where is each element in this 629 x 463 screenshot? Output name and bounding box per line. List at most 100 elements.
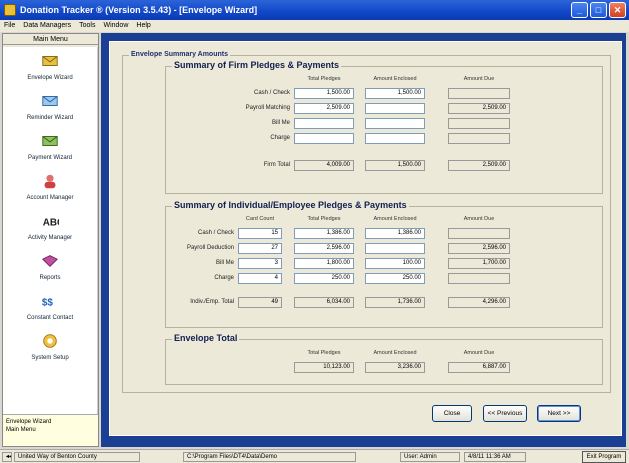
firm-payroll-due-field: 2,509.00 [448,103,510,114]
menu-tools[interactable]: Tools [79,20,95,32]
sidebar-item-label: Envelope Wizard [27,75,73,81]
status-bar: ◂◂ United Way of Benton County C:\Progra… [0,449,629,463]
next-button[interactable]: Next >> [537,405,581,422]
indiv-col-enclosed: Amount Enclosed [373,216,417,222]
previous-button[interactable]: << Previous [483,405,527,422]
firm-total-label: Firm Total [263,162,290,168]
indiv-total-pledges: 6,034.00 [294,297,354,308]
firm-total-pledges: 4,009.00 [294,160,354,171]
sidebar-header: Main Menu [3,34,98,45]
indiv-billme-count-field[interactable]: 3 [238,258,282,269]
status-data-path: C:\Program Files\DT4\Data\Demo [183,452,356,462]
maximize-icon[interactable]: □ [590,2,607,18]
indiv-cash-total-field[interactable]: 1,386.00 [294,228,354,239]
firm-col-due: Amount Due [463,76,495,82]
sidebar-item-label: Payment Wizard [27,155,72,161]
indiv-cash-enclosed-field[interactable]: 1,386.00 [365,228,425,239]
sidebar-list: Envelope Wizard Reminder Wizard Payment … [3,47,98,417]
firm-row-label: Cash / Check [253,90,290,96]
indiv-total-count: 49 [238,297,282,308]
sidebar-item-constant-contact[interactable]: $$ Constant Contact [3,287,97,327]
indiv-total-due: 4,296.00 [448,297,510,308]
firm-payroll-total-field[interactable]: 2,509.00 [294,103,354,114]
reports-icon [42,255,58,268]
sidebar-item-account-manager[interactable]: Account Manager [3,167,97,207]
status-datetime: 4/8/11 11:36 AM [464,452,526,462]
envelope-icon [42,56,58,66]
indiv-cash-count-field[interactable]: 15 [238,228,282,239]
firm-col-total: Total Pledges [307,76,341,82]
firm-billme-total-field[interactable] [294,118,354,129]
firm-cash-total-field[interactable]: 1,500.00 [294,88,354,99]
indiv-charge-total-field[interactable]: 250.00 [294,273,354,284]
account-icon [44,174,56,189]
menu-file[interactable]: File [4,20,15,32]
indiv-total-label: Indiv./Emp. Total [190,299,234,305]
exit-program-button[interactable]: Exit Program [582,451,626,463]
indiv-row-label: Charge [214,275,234,281]
envelope-summary-group: Envelope Summary Amounts Summary of Firm… [122,51,611,393]
firm-col-enclosed: Amount Enclosed [373,76,417,82]
sidebar-item-envelope-wizard[interactable]: Envelope Wizard [3,47,97,87]
firm-row-label: Payroll Matching [245,105,290,111]
close-icon[interactable]: ✕ [609,2,626,18]
firm-summary-legend: Summary of Firm Pledges & Payments [172,60,342,70]
sidebar-item-activity-manager[interactable]: ABC Activity Manager [3,207,97,247]
svg-text:ABC: ABC [43,218,59,229]
svg-text:$$: $$ [42,298,53,309]
firm-payroll-enclosed-field[interactable] [365,103,425,114]
indiv-charge-enclosed-field[interactable]: 250.00 [365,273,425,284]
reminder-icon [42,96,58,106]
sidebar-item-reports[interactable]: Reports [3,247,97,287]
indiv-col-count: Card Count [245,216,275,222]
sidebar-item-payment-wizard[interactable]: Payment Wizard [3,127,97,167]
envelope-total-enclosed: 3,236.00 [365,362,425,373]
sidebar-item-label: Reminder Wizard [26,115,74,121]
constant-contact-icon: $$ [42,298,53,309]
indiv-cash-due-field [448,228,510,239]
status-organization: United Way of Benton County [14,452,140,462]
sidebar-item-reminder-wizard[interactable]: Reminder Wizard [3,87,97,127]
indiv-col-total: Total Pledges [307,216,341,222]
indiv-charge-count-field[interactable]: 4 [238,273,282,284]
indiv-total-enclosed: 1,736.00 [365,297,425,308]
menu-data-managers[interactable]: Data Managers [23,20,71,32]
firm-charge-total-field[interactable] [294,133,354,144]
sidebar-item-label: Reports [39,275,61,281]
envelope-total-group: Envelope Total Total Pledges Amount Encl… [165,333,603,385]
indiv-payroll-enclosed-field[interactable] [365,243,425,254]
firm-billme-due-field [448,118,510,129]
firm-cash-due-field [448,88,510,99]
indiv-payroll-count-field[interactable]: 27 [238,243,282,254]
firm-summary-group: Summary of Firm Pledges & Payments Total… [165,60,603,194]
sidebar-item-label: Constant Contact [26,315,74,321]
firm-charge-due-field [448,133,510,144]
envelope-total-pledges: 10,123.00 [294,362,354,373]
payment-icon [42,136,58,146]
status-grip-icon: ◂◂ [2,452,12,462]
firm-cash-enclosed-field[interactable]: 1,500.00 [365,88,425,99]
envelope-col-total: Total Pledges [307,350,341,356]
sidebar-item-label: System Setup [31,355,69,361]
firm-charge-enclosed-field[interactable] [365,133,425,144]
main-menu-sidebar: Main Menu Envelope Wizard Reminder Wizar… [2,33,99,447]
indiv-billme-total-field[interactable]: 1,800.00 [294,258,354,269]
sidebar-footer-line2: Main Menu [6,427,36,433]
sidebar-item-system-setup[interactable]: System Setup [3,327,97,367]
firm-total-due: 2,509.00 [448,160,510,171]
envelope-summary-legend: Envelope Summary Amounts [129,51,230,58]
main-area: Envelope Summary Amounts Summary of Firm… [101,33,626,447]
menu-help[interactable]: Help [136,20,150,32]
sidebar-footer: Envelope Wizard Main Menu [3,414,98,446]
firm-billme-enclosed-field[interactable] [365,118,425,129]
individual-summary-group: Summary of Individual/Employee Pledges &… [165,200,603,328]
indiv-billme-enclosed-field[interactable]: 100.00 [365,258,425,269]
menu-window[interactable]: Window [103,20,128,32]
indiv-payroll-due-field: 2,596.00 [448,243,510,254]
indiv-charge-due-field [448,273,510,284]
indiv-billme-due-field: 1,700.00 [448,258,510,269]
indiv-payroll-total-field[interactable]: 2,596.00 [294,243,354,254]
close-button[interactable]: Close [432,405,472,422]
minimize-icon[interactable]: _ [571,2,588,18]
status-user: User: Admin [400,452,460,462]
